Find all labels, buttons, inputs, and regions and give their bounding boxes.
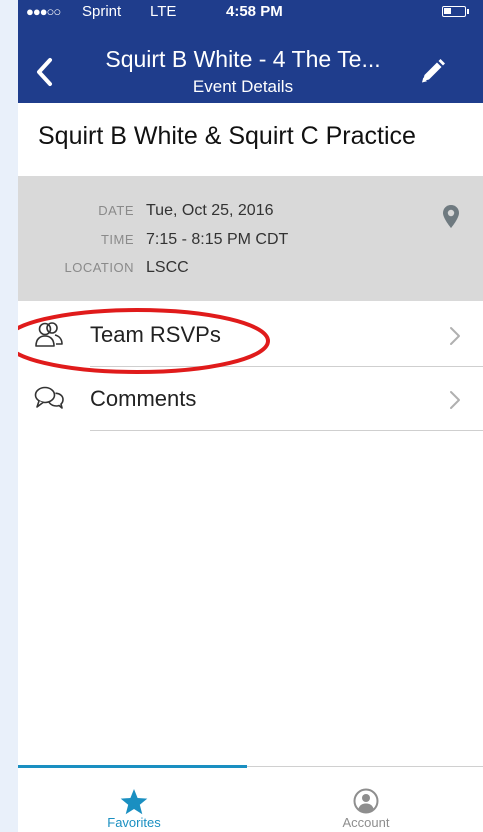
nav-header: ●●●○○ Sprint LTE 4:58 PM Squirt B White …: [18, 0, 483, 103]
tab-favorites-label: Favorites: [107, 815, 161, 830]
back-button[interactable]: [30, 54, 58, 90]
battery-icon: [442, 6, 469, 17]
event-details-panel: DATE Tue, Oct 25, 2016 TIME 7:15 - 8:15 …: [18, 176, 483, 301]
date-label: DATE: [98, 203, 134, 218]
event-title: Squirt B White & Squirt C Practice: [38, 122, 416, 150]
people-icon: [35, 322, 63, 347]
tab-favorites[interactable]: Favorites: [18, 767, 250, 832]
map-pin-icon[interactable]: [442, 204, 460, 230]
team-rsvps-label: Team RSVPs: [90, 322, 221, 347]
status-bar: ●●●○○ Sprint LTE 4:58 PM: [18, 0, 483, 26]
bottom-tab-bar: Favorites Account: [18, 765, 483, 832]
status-time: 4:58 PM: [226, 3, 283, 20]
location-label: LOCATION: [64, 260, 134, 275]
tab-account-label: Account: [342, 815, 390, 830]
network-type: LTE: [150, 3, 177, 20]
date-value: Tue, Oct 25, 2016: [146, 202, 274, 219]
chevron-right-icon: [450, 391, 460, 409]
header-title-block: Squirt B White - 4 The Te... Event Detai…: [78, 44, 408, 98]
time-row: TIME 7:15 - 8:15 PM CDT: [18, 231, 288, 255]
pencil-icon: [422, 59, 445, 83]
star-icon: [120, 789, 148, 815]
signal-strength: ●●●○○: [26, 4, 61, 19]
location-value: LSCC: [146, 259, 189, 276]
row-divider: [90, 430, 483, 431]
comments-row[interactable]: Comments: [18, 367, 483, 431]
comments-label: Comments: [90, 386, 197, 411]
time-value: 7:15 - 8:15 PM CDT: [146, 231, 289, 248]
header-subtitle: Event Details: [192, 77, 294, 96]
time-label: TIME: [100, 232, 134, 247]
phone-screen: ●●●○○ Sprint LTE 4:58 PM Squirt B White …: [18, 0, 483, 832]
carrier-name: Sprint: [82, 3, 122, 20]
header-title: Squirt B White - 4 The Te...: [105, 46, 381, 72]
date-row: DATE Tue, Oct 25, 2016: [18, 202, 273, 226]
comment-bubbles-icon: [34, 386, 64, 409]
tab-account[interactable]: Account: [250, 767, 482, 832]
location-row: LOCATION LSCC: [18, 259, 189, 283]
left-edge-strip: [0, 0, 18, 832]
team-rsvps-row[interactable]: Team RSVPs: [18, 303, 483, 367]
chevron-right-icon: [450, 327, 460, 345]
chevron-left-icon: [37, 58, 52, 86]
edit-button[interactable]: [416, 56, 448, 88]
user-circle-icon: [353, 788, 379, 814]
